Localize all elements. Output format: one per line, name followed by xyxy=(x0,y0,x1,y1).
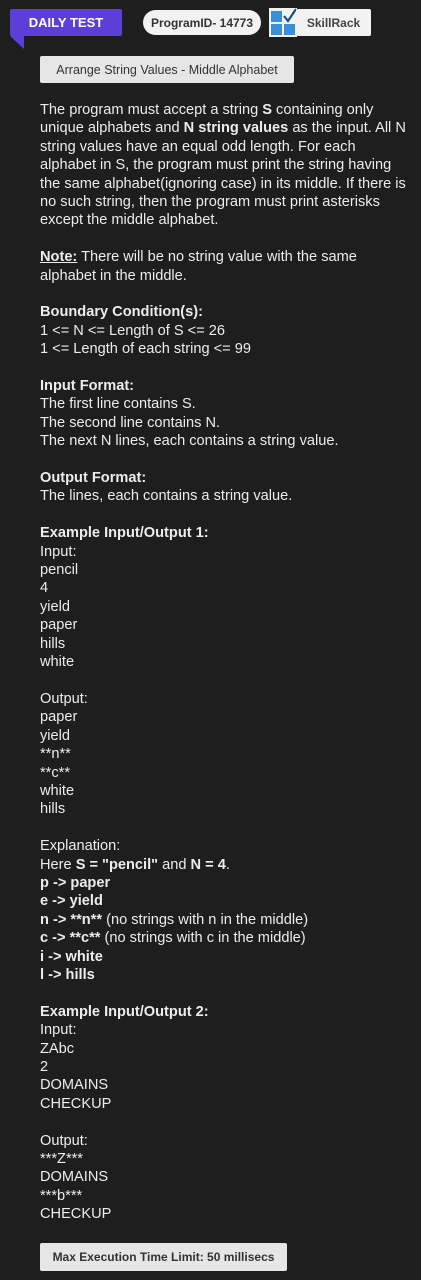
explanation-mapping: i -> white xyxy=(40,948,103,965)
example1-input-line: yield xyxy=(40,598,71,615)
explanation-mapping: c -> **c** (no strings with c in the mid… xyxy=(40,930,306,947)
example2-input-line: CHECKUP xyxy=(40,1095,112,1112)
explanation-mapping: p -> paper xyxy=(40,874,111,891)
boundary-line: 1 <= Length of each string <= 99 xyxy=(40,341,251,358)
input-format-line: The second line contains N. xyxy=(40,414,221,431)
example2-input-label: Input: xyxy=(40,1022,77,1039)
skillrack-logo-icon xyxy=(269,8,297,37)
example2-output-label: Output: xyxy=(40,1132,88,1149)
example1-output-line: **n** xyxy=(40,746,71,763)
input-format-heading: Input Format: xyxy=(40,378,135,395)
example1-input-line: paper xyxy=(40,617,78,634)
problem-description: The program must accept a string S conta… xyxy=(40,102,406,229)
daily-test-badge: DAILY TEST xyxy=(10,9,122,36)
explanation-mapping: l -> hills xyxy=(40,966,95,983)
output-format-line: The lines, each contains a string value. xyxy=(40,488,293,505)
explanation-label: Explanation: xyxy=(40,838,121,855)
explanation-mapping: n -> **n** (no strings with n in the mid… xyxy=(40,911,309,928)
problem-content: The program must accept a string S conta… xyxy=(40,101,412,1224)
example1-output-line: yield xyxy=(40,727,71,744)
skillrack-label: SkillRack xyxy=(296,9,371,36)
example1-heading: Example Input/Output 1: xyxy=(40,525,209,542)
example1-output-label: Output: xyxy=(40,690,88,707)
example1-input-label: Input: xyxy=(40,543,77,560)
example2-output-line: DOMAINS xyxy=(40,1169,109,1186)
explanation-here: Here S = "pencil" and N = 4. xyxy=(40,856,230,873)
example1-output-line: hills xyxy=(40,801,66,818)
example1-input-line: white xyxy=(40,654,75,671)
example2-heading: Example Input/Output 2: xyxy=(40,1003,209,1020)
explanation-mapping: e -> yield xyxy=(40,893,103,910)
example1-output-line: paper xyxy=(40,709,78,726)
example1-output-line: white xyxy=(40,782,75,799)
time-limit-badge: Max Execution Time Limit: 50 millisecs xyxy=(40,1243,287,1271)
input-format-line: The first line contains S. xyxy=(40,396,196,413)
example1-input-line: 4 xyxy=(40,580,49,597)
example1-input-line: hills xyxy=(40,635,66,652)
input-format-line: The next N lines, each contains a string… xyxy=(40,433,339,450)
example1-output-line: **c** xyxy=(40,764,71,781)
example1-input-line: pencil xyxy=(40,562,79,579)
program-id-badge: ProgramID- 14773 xyxy=(143,10,261,35)
example2-output-line: CHECKUP xyxy=(40,1206,112,1223)
daily-test-ribbon-tail xyxy=(10,36,24,49)
example2-output-line: ***Z*** xyxy=(40,1151,83,1168)
example2-input-line: 2 xyxy=(40,1059,49,1075)
boundary-line: 1 <= N <= Length of S <= 26 xyxy=(40,322,226,339)
example2-input-line: ZAbc xyxy=(40,1040,75,1057)
output-format-heading: Output Format: xyxy=(40,470,147,487)
problem-title: Arrange String Values - Middle Alphabet xyxy=(40,56,294,83)
example2-input-line: DOMAINS xyxy=(40,1077,109,1094)
header-bar: DAILY TEST ProgramID- 14773 SkillRack xyxy=(0,0,421,52)
example2-output-line: ***b*** xyxy=(40,1187,83,1204)
boundary-heading: Boundary Condition(s): xyxy=(40,304,203,321)
note: Note: There will be no string value with… xyxy=(40,249,357,284)
